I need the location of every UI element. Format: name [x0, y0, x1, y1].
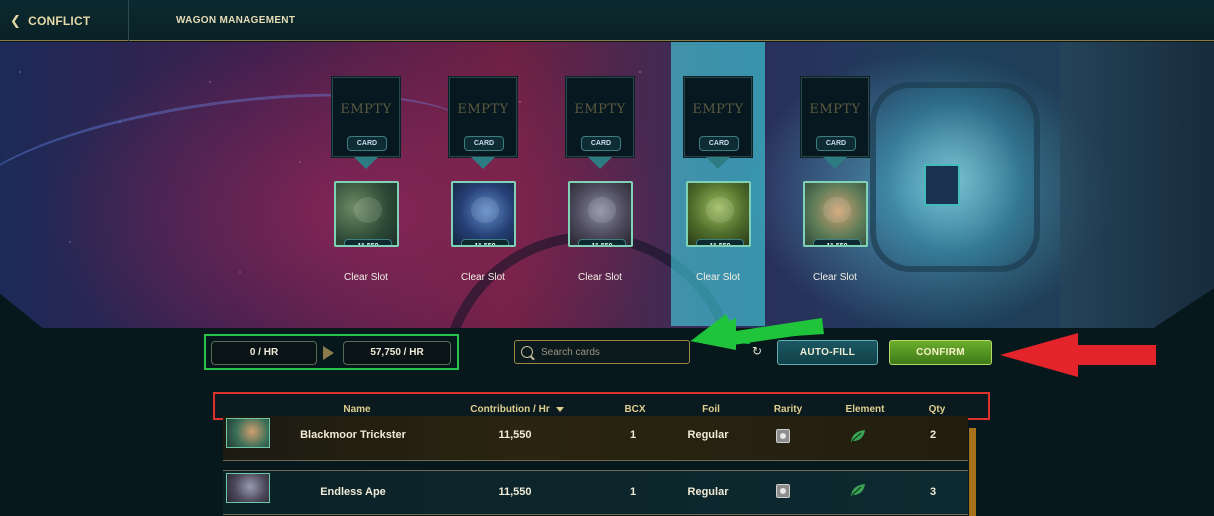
slotted-card[interactable]: 11,550 — [451, 181, 516, 247]
clear-slot-button[interactable]: Clear Slot — [316, 272, 416, 283]
capsule-decoration — [870, 82, 1040, 272]
slot-arrow-icon — [706, 157, 730, 169]
empty-card-slot[interactable]: EMPTY CARD — [801, 77, 869, 157]
empty-label: EMPTY — [457, 102, 509, 117]
card-foil: Regular — [687, 429, 729, 441]
card-qty: 3 — [929, 486, 937, 498]
capsule-screen — [924, 164, 960, 206]
confirm-button[interactable]: CONFIRM — [889, 340, 992, 365]
back-label: CONFLICT — [28, 13, 91, 28]
card-power: 11,550 — [813, 239, 861, 245]
card-bcx: 1 — [629, 429, 637, 441]
slot-arrow-icon — [588, 157, 612, 169]
earth-element-icon — [851, 484, 865, 496]
clear-slot-button[interactable]: Clear Slot — [550, 272, 650, 283]
auto-fill-button[interactable]: AUTO-FILL — [777, 340, 878, 365]
column-foil[interactable]: Foil — [691, 404, 731, 415]
common-rarity-icon — [776, 484, 790, 498]
card-contribution: 11,550 — [498, 429, 532, 441]
slotted-card[interactable]: 11,550 — [803, 181, 868, 247]
clear-slot-button[interactable]: Clear Slot — [785, 272, 885, 283]
card-name: Blackmoor Trickster — [300, 429, 406, 441]
slot-arrow-icon — [354, 157, 378, 169]
card-tag: CARD — [464, 136, 504, 151]
empty-card-slot[interactable]: EMPTY CARD — [449, 77, 517, 157]
column-qty[interactable]: Qty — [917, 404, 957, 415]
empty-card-slot[interactable]: EMPTY CARD — [684, 77, 752, 157]
card-bcx: 1 — [629, 486, 637, 498]
slotted-card[interactable]: 11,550 — [568, 181, 633, 247]
slotted-card[interactable]: 11,550 — [686, 181, 751, 247]
empty-label: EMPTY — [809, 102, 861, 117]
card-tag: CARD — [347, 136, 387, 151]
machine-panel-decoration — [1060, 42, 1214, 328]
page-title: WAGON MANAGEMENT — [176, 15, 296, 26]
empty-label: EMPTY — [574, 102, 626, 117]
card-portrait — [570, 183, 631, 245]
clear-slot-button[interactable]: Clear Slot — [433, 272, 533, 283]
card-foil: Regular — [687, 486, 729, 498]
search-icon — [521, 346, 533, 358]
card-power: 11,550 — [461, 239, 509, 245]
current-rate: 0 / HR — [211, 341, 317, 365]
card-tag: CARD — [816, 136, 856, 151]
search-input[interactable] — [541, 346, 681, 358]
card-portrait — [688, 183, 749, 245]
slotted-card[interactable]: 11,550 — [334, 181, 399, 247]
column-element[interactable]: Element — [835, 404, 895, 415]
arrow-right-icon — [323, 346, 334, 360]
table-scrollbar[interactable] — [969, 428, 976, 516]
top-bar: ❮ CONFLICT WAGON MANAGEMENT — [0, 0, 1214, 41]
refresh-icon[interactable]: ↻ — [752, 345, 765, 358]
rate-summary: 0 / HR 57,750 / HR — [204, 334, 459, 370]
card-power: 11,550 — [578, 239, 626, 245]
clear-slot-button[interactable]: Clear Slot — [668, 272, 768, 283]
max-rate: 57,750 / HR — [343, 341, 451, 365]
table-row[interactable]: Blackmoor Trickster 11,550 1 Regular 2 — [223, 416, 968, 461]
empty-label: EMPTY — [340, 102, 392, 117]
red-annotation-arrow-icon — [1000, 333, 1156, 377]
common-rarity-icon — [776, 429, 790, 443]
column-name[interactable]: Name — [317, 404, 397, 415]
scrollbar-thumb[interactable] — [969, 428, 976, 516]
card-contribution: 11,550 — [498, 486, 532, 498]
card-tag: CARD — [581, 136, 621, 151]
search-box[interactable] — [514, 340, 690, 364]
table-row[interactable]: Endless Ape 11,550 1 Regular 3 — [223, 470, 968, 515]
card-power: 11,550 — [696, 239, 744, 245]
card-power: 11,550 — [344, 239, 392, 245]
slot-arrow-icon — [471, 157, 495, 169]
empty-label: EMPTY — [692, 102, 744, 117]
card-thumbnail — [226, 418, 270, 448]
card-qty: 2 — [929, 429, 937, 441]
card-portrait — [805, 183, 866, 245]
chevron-left-icon: ❮ — [10, 12, 22, 28]
card-portrait — [453, 183, 514, 245]
earth-element-icon — [851, 430, 865, 442]
empty-card-slot[interactable]: EMPTY CARD — [332, 77, 400, 157]
card-name: Endless Ape — [320, 486, 386, 498]
card-thumbnail — [226, 473, 270, 503]
column-bcx[interactable]: BCX — [615, 404, 655, 415]
column-contribution[interactable]: Contribution / Hr — [447, 404, 587, 415]
card-portrait — [336, 183, 397, 245]
card-tag: CARD — [699, 136, 739, 151]
back-to-conflict-button[interactable]: ❮ CONFLICT — [0, 0, 129, 41]
column-rarity[interactable]: Rarity — [763, 404, 813, 415]
empty-card-slot[interactable]: EMPTY CARD — [566, 77, 634, 157]
slot-arrow-icon — [823, 157, 847, 169]
